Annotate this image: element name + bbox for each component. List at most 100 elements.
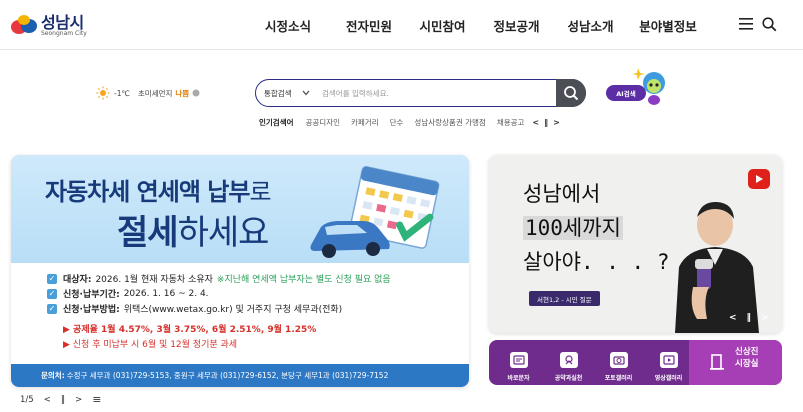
checkbox-icon: ✓ — [47, 288, 57, 299]
pledge-icon — [559, 352, 578, 368]
video-next-button[interactable]: > — [761, 313, 769, 323]
banner-headline-1-bold: 자동차세 연세액 납부 — [45, 178, 250, 206]
header-tools — [738, 17, 777, 32]
search-submit-button[interactable] — [556, 79, 586, 107]
fine-dust-value: 나쁨 — [175, 88, 190, 98]
detail-row-method: ✓ 신청·납부방법: 위택스(www.wetax.go.kr) 및 거주지 구청… — [47, 301, 391, 316]
video-controls: < ‖ > — [729, 313, 769, 323]
keyword-link[interactable]: 성남사랑상품권 가맹점 — [414, 117, 485, 128]
banner-pager: 1/5 < ‖ > ≡ — [20, 393, 101, 406]
banner-pause-button[interactable]: ‖ — [61, 395, 65, 405]
video-icon — [659, 352, 678, 368]
search-category-label: 통합검색 — [264, 89, 292, 98]
deduction-rate-text: ▶ 공제율 1월 4.57%, 3월 3.75%, 6월 2.51%, 9월 1… — [63, 325, 317, 335]
play-icon — [756, 175, 763, 183]
contact-text: 수정구 세무과 (031)729-5153, 중원구 세무과 (031)729-… — [66, 371, 389, 380]
quick-link-photo-gallery[interactable]: 포토갤러리 — [597, 344, 640, 382]
detail-row-target: ✓ 대상자: 2026. 1월 현재 자동차 소유자 ※지난해 연세액 납부자는… — [47, 271, 391, 286]
banner-headline-1: 자동차세 연세액 납부로 — [45, 172, 272, 207]
video-caption: 서현1,2 - 시민 질문 — [529, 291, 600, 306]
main-navigation: 시정소식 전자민원 시민참여 정보공개 성남소개 분야별정보 — [243, 0, 708, 50]
banner-headline-1-light: 로 — [249, 178, 271, 206]
temperature-text: -1℃ — [114, 88, 130, 98]
banner-prev-button[interactable]: < — [44, 395, 51, 405]
quick-links-list: 바로문자 공약과실천 포토갤러리 영상갤러리 — [497, 344, 690, 382]
menu-icon[interactable] — [738, 17, 754, 31]
weather-widget: -1℃ 초미세먼지 나쁨 — [96, 86, 200, 100]
quick-link-label: 영상갤러리 — [654, 375, 683, 382]
banner-contact-bar: 문의처: 수정구 세무과 (031)729-5153, 중원구 세무과 (031… — [11, 364, 469, 387]
detail-text: 2026. 1. 16 ~ 2. 4. — [123, 288, 209, 299]
video-pause-button[interactable]: ‖ — [747, 313, 752, 323]
mayor-office-text: 시장실 — [735, 359, 759, 369]
video-prev-button[interactable]: < — [729, 313, 737, 323]
mayor-name: 신상진 — [735, 347, 759, 357]
banner-header: 자동차세 연세액 납부로 절세하세요 — [11, 155, 469, 263]
search-icon[interactable] — [762, 17, 777, 32]
keywords-prev-button[interactable]: < — [532, 118, 539, 127]
site-logo[interactable]: 성남시 Seongnam City — [10, 8, 90, 40]
detail-label: 신청·납부방법: — [63, 305, 120, 315]
video-title-line-3: 살아야. . . ? — [523, 250, 670, 274]
banner-headline-2-light: 하세요 — [177, 213, 270, 253]
fine-dust-label: 초미세먼지 — [137, 88, 173, 98]
quick-link-pledges[interactable]: 공약과실천 — [547, 344, 590, 382]
ai-mascot-icon[interactable] — [632, 66, 668, 106]
calendar-car-illustration — [310, 166, 440, 258]
nav-item-field-info[interactable]: 분야별정보 — [628, 16, 708, 35]
youtube-icon[interactable] — [748, 169, 770, 189]
banner-next-button[interactable]: > — [75, 395, 82, 405]
nav-item-info-disclosure[interactable]: 정보공개 — [480, 16, 553, 35]
keyword-link[interactable]: 카페거리 — [351, 117, 379, 128]
keyword-link[interactable]: 단수 — [390, 117, 404, 128]
popular-keywords: 인기검색어 공공디자인 카페거리 단수 성남사랑상품권 가맹점 채용공고 < ‖… — [259, 117, 560, 128]
chevron-down-icon — [302, 90, 310, 96]
detail-label: 대상자: — [63, 275, 92, 285]
nav-item-participation[interactable]: 시민참여 — [405, 16, 480, 35]
banner-deduction-notes: ▶ 공제율 1월 4.57%, 3월 3.75%, 6월 2.51%, 9월 1… — [63, 323, 316, 353]
checkbox-icon: ✓ — [47, 303, 57, 314]
nav-item-city-news[interactable]: 시정소식 — [243, 16, 333, 35]
detail-row-period: ✓ 신청·납부기간: 2026. 1. 16 ~ 2. 4. — [47, 286, 391, 301]
video-card[interactable]: 성남에서 100세까지 살아야. . . ? 서현1,2 - 시민 질문 < ‖… — [489, 155, 782, 333]
video-title: 성남에서 100세까지 살아야. . . ? — [523, 177, 669, 279]
banner-details: ✓ 대상자: 2026. 1월 현재 자동차 소유자 ※지난해 연세액 납부자는… — [47, 271, 391, 316]
keyword-link[interactable]: 채용공고 — [497, 117, 525, 128]
detail-text: 위택스(www.wetax.go.kr) 및 거주지 구청 세무과(전화) — [123, 305, 343, 315]
search-input[interactable] — [322, 86, 542, 101]
detail-label: 신청·납부기간: — [63, 290, 120, 300]
magnifier-icon — [564, 86, 579, 101]
quick-link-label: 공약과실천 — [554, 375, 583, 382]
nav-item-e-civil[interactable]: 전자민원 — [333, 16, 405, 35]
quick-link-text-message[interactable]: 바로문자 — [497, 344, 540, 382]
keyword-link[interactable]: 공공디자인 — [306, 117, 341, 128]
mayor-office-link[interactable]: 신상진 시장실 — [689, 340, 782, 385]
keywords-pause-button[interactable]: ‖ — [544, 118, 548, 127]
keywords-next-button[interactable]: > — [553, 118, 560, 127]
camera-icon — [609, 352, 628, 368]
contact-label: 문의처: — [41, 371, 65, 380]
banner-all-button[interactable]: ≡ — [92, 393, 101, 406]
video-title-line-1: 성남에서 — [523, 182, 601, 206]
unpaid-notice-text: ▶ 신청 후 미납부 시 6월 및 12월 정기분 과세 — [63, 340, 238, 350]
door-icon — [710, 354, 724, 370]
banner-headline-2-bold: 절세 — [117, 213, 179, 253]
sun-icon — [96, 86, 110, 100]
detail-text: 2026. 1월 현재 자동차 소유자 — [95, 275, 213, 285]
quick-links: 바로문자 공약과실천 포토갤러리 영상갤러리 신상진 시장실 — [489, 340, 782, 385]
search-category-select[interactable]: 통합검색 — [264, 88, 310, 99]
message-icon — [509, 352, 528, 368]
checkbox-icon: ✓ — [47, 273, 57, 284]
detail-note: ※지난해 연세액 납부자는 별도 신청 필요 없음 — [216, 275, 391, 285]
search-bar: 통합검색 — [255, 79, 586, 107]
logo-mark-icon — [11, 15, 37, 34]
quick-link-label: 바로문자 — [507, 375, 530, 382]
quick-link-label: 포토갤러리 — [604, 375, 633, 382]
site-header: 성남시 Seongnam City 시정소식 전자민원 시민참여 정보공개 성남… — [0, 0, 803, 50]
nav-item-about[interactable]: 성남소개 — [553, 16, 628, 35]
info-icon[interactable] — [192, 89, 200, 97]
banner-headline-2: 절세하세요 — [117, 205, 270, 254]
popular-keywords-title: 인기검색어 — [259, 118, 294, 127]
quick-link-video-gallery[interactable]: 영상갤러리 — [647, 344, 690, 382]
main-banner[interactable]: 자동차세 연세액 납부로 절세하세요 ✓ 대상자: 2026. 1월 현재 자동… — [11, 155, 469, 387]
